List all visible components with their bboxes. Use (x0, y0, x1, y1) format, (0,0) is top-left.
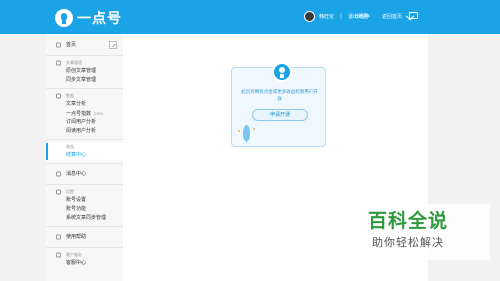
sidebar-group-title: 收益 (66, 144, 74, 149)
logo-icon (55, 9, 73, 27)
sidebar-group-settings: 设置 账号设置 账号功能 系统文章同步管理 (46, 188, 123, 223)
sidebar-item-article-analysis[interactable]: 文章分析 (46, 100, 123, 109)
avatar[interactable] (303, 11, 315, 22)
sidebar: 首页 文章管理 原创文章管理 同步文章管理 数据 文章分析 一点号指数 beta … (46, 34, 123, 281)
sidebar-item-index[interactable]: 一点号指数 beta (46, 109, 123, 118)
watermark-title: 百科全说 (368, 210, 449, 232)
sidebar-group-service: 客户服务 客服中心 (46, 251, 123, 268)
help-icon (56, 234, 61, 240)
sidebar-item-sync-management[interactable]: 系统文章同步管理 (46, 214, 123, 223)
home-link[interactable]: 返回首页 (382, 13, 402, 20)
data-icon (56, 93, 61, 99)
sidebar-item-synced-articles[interactable]: 同步文章管理 (46, 76, 123, 85)
brand-name: 一点号 (77, 11, 122, 27)
sidebar-item-subscriber-analysis[interactable]: 订阅用户分析 (46, 118, 123, 127)
message-icon (56, 171, 61, 177)
top-nav: 小程序 返回首页 (355, 13, 402, 20)
service-icon (56, 252, 61, 258)
miniprogram-link[interactable]: 小程序 (355, 13, 370, 20)
home-icon (56, 42, 61, 48)
sidebar-item-settlement[interactable]: 结算中心 (48, 151, 123, 160)
sidebar-item-account-features[interactable]: 账号功能 (46, 205, 123, 214)
edit-icon[interactable] (109, 41, 117, 49)
brand-logo[interactable]: 一点号 (55, 8, 122, 28)
mail-icon[interactable] (409, 12, 418, 19)
sidebar-group-title: 文章管理 (46, 59, 123, 67)
sidebar-item-home[interactable]: 首页 (46, 38, 123, 52)
watermark: 百科全说 助你轻松解决 (362, 204, 490, 260)
sidebar-group-title: 数据 (46, 92, 123, 100)
sidebar-group-data: 数据 文章分析 一点号指数 beta 订阅用户分析 阅读用户分析 (46, 92, 123, 136)
article-icon (56, 60, 61, 66)
settings-icon (56, 189, 61, 195)
mascot-icon (272, 62, 292, 82)
sidebar-item-help[interactable]: 使用帮助 (46, 230, 123, 244)
sidebar-item-messages[interactable]: 消息中心 (46, 167, 123, 181)
beta-badge: beta (94, 111, 104, 116)
apply-button[interactable]: 申请开通 (252, 109, 308, 121)
sidebar-group-title: 设置 (46, 188, 123, 196)
username[interactable]: 韩旺论 (319, 13, 334, 20)
sidebar-item-original-articles[interactable]: 原创文章管理 (46, 67, 123, 76)
sidebar-group-article: 文章管理 原创文章管理 同步文章管理 (46, 59, 123, 85)
sidebar-group-title: 客户服务 (46, 251, 123, 259)
sidebar-item-service-center[interactable]: 客服中心 (46, 259, 123, 268)
top-bar: 一点号 韩旺论 | 退出账号 小程序 返回首页 (0, 0, 500, 34)
permission-card: 此页对拥有点金或更多收益权限用户开放 申请开通 (231, 62, 326, 147)
sidebar-item-account-settings[interactable]: 账号设置 (46, 196, 123, 205)
watermark-subtitle: 助你轻松解决 (372, 236, 444, 249)
sidebar-group-revenue: 收益 结算中心 (46, 143, 123, 160)
sidebar-item-reader-analysis[interactable]: 阅读用户分析 (46, 127, 123, 136)
permission-message: 此页对拥有点金或更多收益权限用户开放 (241, 90, 318, 102)
